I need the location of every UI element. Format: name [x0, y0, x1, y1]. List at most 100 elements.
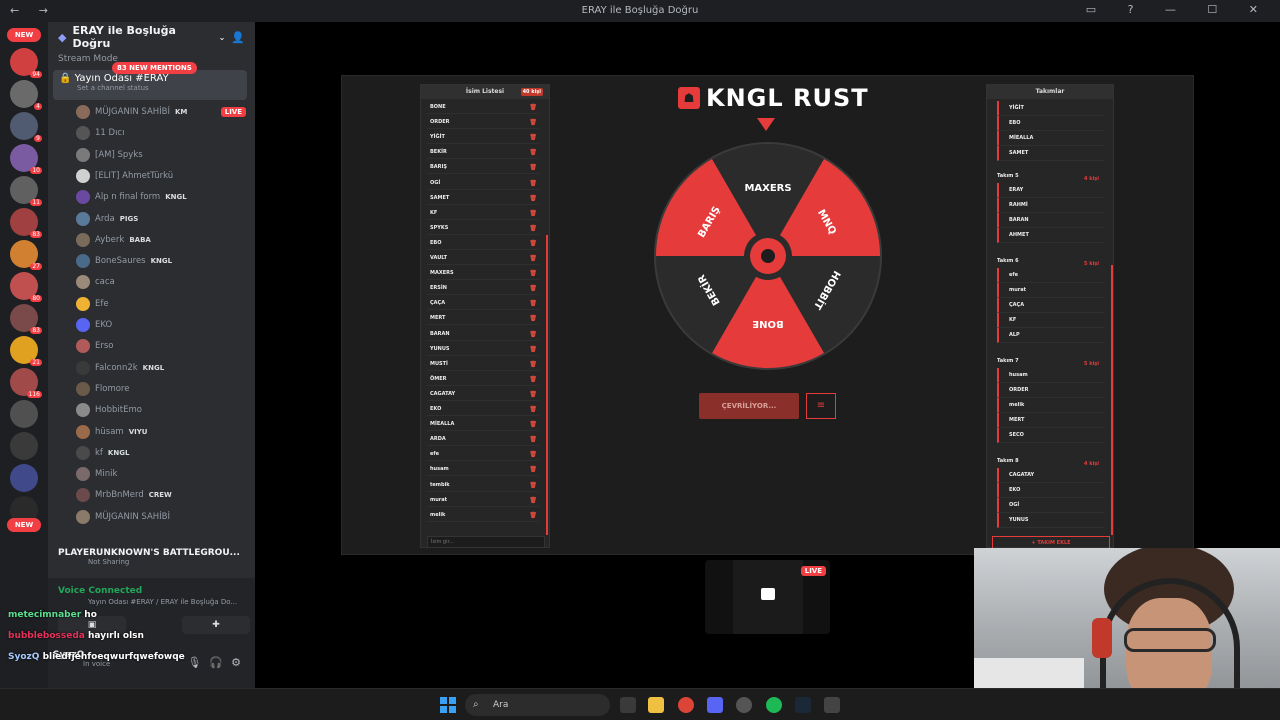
server-icon[interactable]: 11	[10, 176, 42, 206]
voice-status[interactable]: Voice Connected	[58, 586, 142, 596]
server-icon[interactable]: 83	[10, 304, 42, 334]
delete-icon[interactable]: 🗑	[529, 509, 537, 522]
delete-icon[interactable]: 🗑	[529, 237, 537, 250]
delete-icon[interactable]: 🗑	[529, 358, 537, 371]
delete-icon[interactable]: 🗑	[529, 448, 537, 461]
server-icon[interactable]	[10, 400, 38, 428]
mentions-badge[interactable]: 83 NEW MENTIONS	[112, 62, 197, 74]
delete-icon[interactable]: 🗑	[529, 252, 537, 265]
server-icon[interactable]: 10	[10, 144, 42, 174]
delete-icon[interactable]: 🗑	[529, 177, 537, 190]
voice-member[interactable]: EKO	[76, 315, 246, 335]
server-icon[interactable]: 27	[10, 240, 42, 270]
app-icon[interactable]	[824, 697, 840, 713]
delete-icon[interactable]: 🗑	[529, 463, 537, 476]
delete-icon[interactable]: 🗑	[529, 207, 537, 220]
taskbar-search[interactable]: ⌕ Ara	[465, 694, 610, 716]
voice-member[interactable]: HobbitEmo	[76, 400, 246, 420]
server-icon[interactable]: 83	[10, 208, 42, 238]
settings-button[interactable]: ≡	[806, 393, 836, 419]
chrome-icon[interactable]	[678, 697, 694, 713]
server-icon[interactable]: 21	[10, 336, 42, 366]
windows-start-icon[interactable]	[440, 697, 456, 713]
voice-member[interactable]: caca	[76, 272, 246, 292]
delete-icon[interactable]: 🗑	[529, 116, 537, 129]
voice-member[interactable]: MÜJGANIN SAHİBİ KM LIVE	[76, 102, 246, 122]
name-input[interactable]: İsim gir...	[427, 536, 545, 548]
voice-member[interactable]: Efe	[76, 294, 246, 314]
server-icon[interactable]: 116	[10, 368, 42, 398]
voice-member[interactable]: Alp n final form KNGL	[76, 187, 246, 207]
stream-view[interactable]: İsim Listesi 40 kişi İsim gir... BONE 🗑 OR…	[341, 75, 1194, 555]
stream-thumbnail[interactable]: LIVE	[705, 560, 830, 634]
name-list-scrollbar[interactable]	[546, 235, 548, 535]
team-header[interactable]: Takım 8 4 kişi	[993, 454, 1105, 468]
delete-icon[interactable]: 🗑	[529, 388, 537, 401]
new-pill[interactable]: NEW	[7, 28, 41, 42]
spin-wheel[interactable]: MAXERSMNQHOBBİTBONEBEKİRBARIŞ	[654, 142, 882, 370]
task-view-icon[interactable]	[620, 697, 636, 713]
server-icon[interactable]: 4	[10, 80, 42, 110]
voice-member[interactable]: Minik	[76, 464, 246, 484]
team-header[interactable]: Takım 7 5 kişi	[993, 354, 1105, 368]
delete-icon[interactable]: 🗑	[529, 373, 537, 386]
server-header[interactable]: ◆ ERAY ile Boşluğa Doğru ⌄ 👤	[48, 22, 255, 52]
server-icon[interactable]: 9	[10, 112, 42, 142]
activities-button[interactable]: ✚	[182, 616, 250, 634]
delete-icon[interactable]: 🗑	[529, 146, 537, 159]
team-member: YUNUS	[997, 513, 1105, 528]
file-explorer-icon[interactable]	[648, 697, 664, 713]
discord-icon[interactable]	[707, 697, 723, 713]
voice-member[interactable]: hüsam VIYU	[76, 422, 246, 442]
obs-icon[interactable]	[736, 697, 752, 713]
delete-icon[interactable]: 🗑	[529, 267, 537, 280]
invite-icon[interactable]: 👤	[231, 31, 245, 44]
delete-icon[interactable]: 🗑	[529, 494, 537, 507]
delete-icon[interactable]: 🗑	[529, 312, 537, 325]
delete-icon[interactable]: 🗑	[529, 131, 537, 144]
voice-member[interactable]: kf KNGL	[76, 443, 246, 463]
voice-member[interactable]: BoneSaures KNGL	[76, 251, 246, 271]
voice-member[interactable]: MÜJGANIN SAHİBİ	[76, 507, 246, 527]
voice-member[interactable]: Ayberk BABA	[76, 230, 246, 250]
name-item: BEKİR 🗑	[427, 146, 539, 160]
voice-member[interactable]: [ELIT] AhmetTürkü	[76, 166, 246, 186]
user-controls[interactable]: 🎙🎧⚙	[187, 656, 249, 669]
server-icon[interactable]: 94	[10, 48, 42, 78]
delete-icon[interactable]: 🗑	[529, 297, 537, 310]
voice-member[interactable]: [AM] Spyks	[76, 145, 246, 165]
team-member: ALP	[997, 328, 1105, 343]
delete-icon[interactable]: 🗑	[529, 403, 537, 416]
delete-icon[interactable]: 🗑	[529, 343, 537, 356]
current-channel[interactable]: 🔒 Yayın Odası #ERAY Set a channel status	[53, 70, 247, 100]
delete-icon[interactable]: 🗑	[529, 418, 537, 431]
spin-button[interactable]: ÇEVRİLİYOR...	[699, 393, 799, 419]
delete-icon[interactable]: 🗑	[529, 328, 537, 341]
delete-icon[interactable]: 🗑	[529, 101, 537, 114]
team-header[interactable]: Takım 6 5 kişi	[993, 254, 1105, 268]
delete-icon[interactable]: 🗑	[529, 282, 537, 295]
delete-icon[interactable]: 🗑	[529, 433, 537, 446]
voice-member[interactable]: MrbBnMerd CREW	[76, 485, 246, 505]
channel-status[interactable]: Set a channel status	[77, 84, 241, 92]
delete-icon[interactable]: 🗑	[529, 222, 537, 235]
voice-member[interactable]: Erso	[76, 336, 246, 356]
voice-member[interactable]: 11 Dıcı	[76, 123, 246, 143]
steam-icon[interactable]	[795, 697, 811, 713]
server-icon[interactable]	[10, 432, 38, 460]
delete-icon[interactable]: 🗑	[529, 479, 537, 492]
new-pill[interactable]: NEW	[7, 518, 41, 532]
voice-member[interactable]: Arda PIGS	[76, 209, 246, 229]
teams-scrollbar[interactable]	[1111, 265, 1113, 535]
delete-icon[interactable]: 🗑	[529, 192, 537, 205]
team-header[interactable]: Takım 5 4 kişi	[993, 169, 1105, 183]
spotify-icon[interactable]	[766, 697, 782, 713]
server-icon[interactable]: 80	[10, 272, 42, 302]
delete-icon[interactable]: 🗑	[529, 161, 537, 174]
avatar	[76, 105, 90, 119]
voice-member[interactable]: Falconn2k KNGL	[76, 358, 246, 378]
voice-member[interactable]: Flomore	[76, 379, 246, 399]
window-controls[interactable]: ▭ ? — ☐ ✕	[1086, 3, 1272, 16]
server-icon[interactable]	[10, 464, 38, 492]
team-member: ÇAÇA	[997, 298, 1105, 313]
